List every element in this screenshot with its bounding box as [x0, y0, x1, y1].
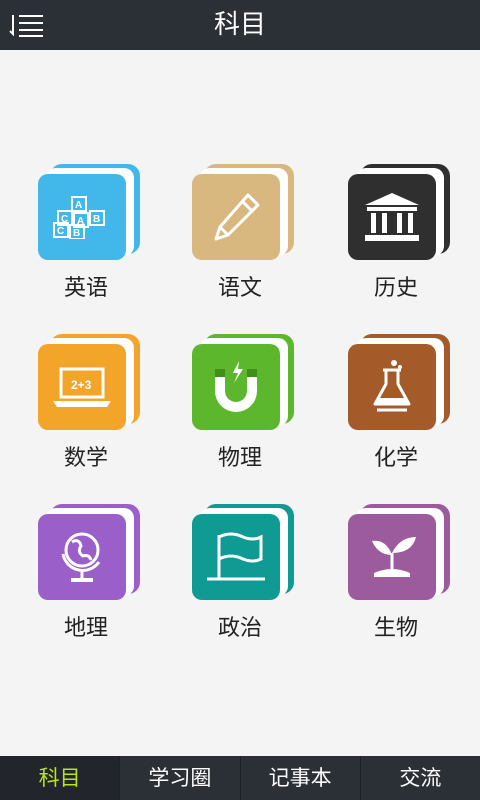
abc-blocks-icon: AC AB CB: [53, 196, 105, 239]
svg-text:B: B: [73, 228, 80, 239]
subject-label: 历史: [373, 276, 418, 301]
subject-label: 生物: [373, 616, 418, 641]
svg-text:A: A: [77, 216, 84, 227]
header-bar: 科目: [0, 0, 480, 50]
book-tile: [38, 500, 142, 600]
temple-icon: [365, 193, 419, 241]
subject-politics[interactable]: 政治: [180, 500, 300, 650]
subject-label: 语文: [217, 276, 262, 301]
book-tile: [348, 500, 452, 600]
svg-text:C: C: [61, 214, 68, 225]
flask-icon: [373, 360, 411, 412]
subject-english[interactable]: AC AB CB 英语: [26, 160, 146, 310]
subject-label: 物理: [217, 446, 262, 471]
tab-notebook[interactable]: 记事本: [241, 756, 361, 800]
book-tile: [192, 160, 296, 260]
book-tile: [348, 330, 452, 430]
subject-math[interactable]: 2+3 数学: [26, 330, 146, 480]
globe-icon: [61, 532, 101, 582]
tab-communication[interactable]: 交流: [361, 756, 480, 800]
laptop-icon: 2+3: [53, 367, 111, 407]
subject-geography[interactable]: 地理: [26, 500, 146, 650]
tab-subjects[interactable]: 科目: [0, 756, 121, 800]
subject-chemistry[interactable]: 化学: [336, 330, 456, 480]
svg-text:A: A: [75, 200, 82, 211]
subject-label: 英语: [63, 276, 108, 301]
tab-study-circle[interactable]: 学习圈: [120, 756, 241, 800]
page-title: 科目: [213, 10, 266, 40]
book-tile: [348, 160, 452, 260]
subject-physics[interactable]: 物理: [180, 330, 300, 480]
subject-history[interactable]: 历史: [336, 160, 456, 310]
subject-biology[interactable]: 生物: [336, 500, 456, 650]
sprout-icon: [372, 537, 416, 577]
subject-chinese[interactable]: 语文: [180, 160, 300, 310]
subject-label: 化学: [373, 446, 418, 471]
subject-label: 政治: [217, 616, 262, 641]
svg-text:C: C: [57, 226, 64, 237]
book-tile: [192, 330, 296, 430]
svg-text:B: B: [93, 214, 100, 225]
book-tile: [192, 500, 296, 600]
book-tile: 2+3: [38, 330, 142, 430]
pencil-icon: [214, 193, 260, 241]
magnet-icon: [215, 361, 257, 412]
book-tile: AC AB CB: [38, 160, 142, 260]
subject-label: 地理: [63, 616, 108, 641]
svg-text:2+3: 2+3: [71, 378, 92, 392]
subject-label: 数学: [63, 446, 108, 471]
bottom-tab-bar: 科目 学习圈 记事本 交流: [0, 756, 480, 800]
flag-icon: [207, 532, 265, 581]
